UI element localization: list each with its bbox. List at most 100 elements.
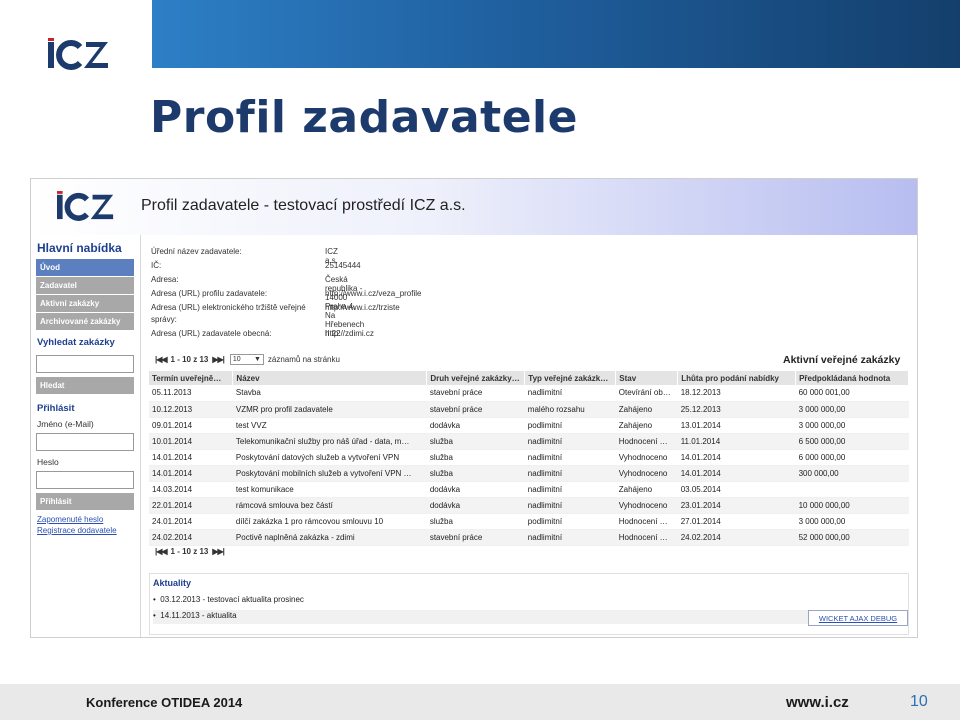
column-header[interactable]: Lhůta pro podání nabídky xyxy=(677,371,797,385)
table-cell: stavební práce xyxy=(426,401,525,418)
tenders-table: Termín uveřejně… Název Druh veřejné zaká… xyxy=(149,371,909,546)
table-cell: 24.01.2014 xyxy=(149,513,233,530)
table-row[interactable]: 14.01.2014 Poskytování datových služeb a … xyxy=(149,449,909,466)
search-button[interactable]: Hledat xyxy=(36,377,134,394)
register-supplier-link[interactable]: Registrace dodavatele xyxy=(37,526,117,535)
slide-footer: Konference OTIDEA 2014 www.i.cz 10 xyxy=(0,684,960,720)
news-item[interactable]: • 14.11.2013 - aktualita xyxy=(153,610,907,624)
news-item-text: 03.12.2013 - testovací aktualita prosine… xyxy=(160,595,304,604)
column-header[interactable]: Název xyxy=(232,371,428,385)
table-cell: služba xyxy=(426,513,525,530)
pager-range: 1 - 10 z 13 xyxy=(170,547,209,556)
info-label: správy: xyxy=(151,315,177,324)
forgot-password-link[interactable]: Zapomenuté heslo xyxy=(37,515,103,524)
menu-item-zadavatel[interactable]: Zadavatel xyxy=(36,277,134,294)
menu-item-aktivni-zakazky[interactable]: Aktivní zakázky xyxy=(36,295,134,312)
icz-logo xyxy=(48,38,108,70)
search-heading: Vyhledat zakázky xyxy=(37,337,115,348)
table-cell: 300 000,00 xyxy=(795,465,909,482)
table-cell: 3 000 000,00 xyxy=(795,513,909,530)
table-cell: 24.02.2014 xyxy=(677,529,796,546)
table-cell: 23.01.2014 xyxy=(677,497,796,514)
table-cell: Otevírání ob… xyxy=(615,385,678,402)
table-row[interactable]: 24.01.2014 dílčí zakázka 1 pro rámcovou s… xyxy=(149,513,909,530)
table-cell: Hodnocení … xyxy=(615,433,678,450)
table-cell: podlimitní xyxy=(524,417,616,434)
table-cell: Zahájeno xyxy=(615,401,678,418)
table-cell: 05.11.2013 xyxy=(149,385,233,402)
pager-first-prev-icon[interactable]: |◀◀ xyxy=(155,355,168,364)
news-item-text: 14.11.2013 - aktualita xyxy=(160,611,237,620)
table-cell: služba xyxy=(426,449,525,466)
login-button[interactable]: Přihlásit xyxy=(36,493,134,510)
info-value: http://www.i.cz/trziste xyxy=(325,303,400,312)
table-cell: stavební práce xyxy=(426,385,525,402)
password-label: Heslo xyxy=(37,457,59,467)
table-cell: nadlimitní xyxy=(524,433,616,450)
table-cell: služba xyxy=(426,465,525,482)
pager-first-prev-icon[interactable]: |◀◀ xyxy=(155,547,168,556)
search-input[interactable] xyxy=(36,355,134,373)
footer-url: www.i.cz xyxy=(786,694,849,711)
table-cell: 14.01.2014 xyxy=(149,449,233,466)
column-header[interactable]: Typ veřejné zakázk… xyxy=(524,371,617,385)
column-header[interactable]: Termín uveřejně… xyxy=(149,371,234,385)
table-cell: 24.02.2014 xyxy=(149,529,233,546)
menu-item-archivovane-zakazky[interactable]: Archivované zakázky xyxy=(36,313,134,330)
sidebar: Hlavní nabídka Úvod Zadavatel Aktivní za… xyxy=(31,235,141,637)
pager-next-last-icon[interactable]: ▶▶| xyxy=(212,355,225,364)
news-item[interactable]: • 03.12.2013 - testovací aktualita prosi… xyxy=(153,595,304,604)
table-row[interactable]: 14.03.2014 test komunikace dodávka nadlimit… xyxy=(149,481,909,498)
app-header: Profil zadavatele - testovací prostředí … xyxy=(31,179,917,235)
table-row[interactable]: 24.02.2014 Poctivě naplněná zakázka - zdi… xyxy=(149,529,909,546)
table-cell: Vyhodnoceno xyxy=(615,465,678,482)
page-size-select[interactable]: 10 ▼ xyxy=(229,354,264,365)
table-cell: 6 500 000,00 xyxy=(795,433,909,450)
table-cell: 13.01.2014 xyxy=(677,417,796,434)
password-field[interactable] xyxy=(36,471,134,489)
table-cell: nadlimitní xyxy=(524,449,616,466)
app-title: Profil zadavatele - testovací prostředí … xyxy=(141,197,466,214)
app-icz-logo xyxy=(57,191,114,221)
table-cell: služba xyxy=(426,433,525,450)
table-cell: 25.12.2013 xyxy=(677,401,796,418)
table-cell: VZMR pro profil zadavatele xyxy=(232,401,427,418)
table-cell: 6 000 000,00 xyxy=(795,449,909,466)
menu-item-uvod[interactable]: Úvod xyxy=(36,259,134,276)
table-cell: dodávka xyxy=(426,481,525,498)
table-cell: Telekomunikační služby pro náš úřad - da… xyxy=(232,433,427,450)
table-header-row: Termín uveřejně… Název Druh veřejné zaká… xyxy=(149,371,909,385)
wicket-ajax-debug-link[interactable]: WICKET AJAX DEBUG xyxy=(808,610,908,626)
table-cell: test komunikace xyxy=(232,481,427,498)
table-cell: 18.12.2013 xyxy=(677,385,796,402)
table-cell: 27.01.2014 xyxy=(677,513,796,530)
page-number: 10 xyxy=(910,693,928,710)
column-header[interactable]: Předpokládaná hodnota xyxy=(795,371,909,385)
table-row[interactable]: 10.12.2013 VZMR pro profil zadavatele stav… xyxy=(149,401,909,418)
table-cell: Vyhodnoceno xyxy=(615,449,678,466)
column-header[interactable]: Druh veřejné zakázky… xyxy=(426,371,526,385)
table-cell: test VVZ xyxy=(232,417,427,434)
pager-next-last-icon[interactable]: ▶▶| xyxy=(212,547,225,556)
column-header[interactable]: Stav xyxy=(615,371,679,385)
table-cell: 14.01.2014 xyxy=(677,465,796,482)
table-cell: 10 000 000,00 xyxy=(795,497,909,514)
table-row[interactable]: 09.01.2014 test VVZ dodávka podlimitní Zaháj… xyxy=(149,417,909,434)
table-cell: dodávka xyxy=(426,417,525,434)
slide-title: Profil zadavatele xyxy=(150,92,578,143)
table-row[interactable]: 10.01.2014 Telekomunikační služby pro náš… xyxy=(149,433,909,450)
table-row[interactable]: 22.01.2014 rámcová smlouva bez částí dodáv… xyxy=(149,497,909,514)
page-size-label: záznamů na stránku xyxy=(267,355,340,364)
table-cell: Zahájeno xyxy=(615,417,678,434)
email-field[interactable] xyxy=(36,433,134,451)
table-cell: nadlimitní xyxy=(524,529,616,546)
info-label: Adresa (URL) elektronického tržiště veře… xyxy=(151,303,306,312)
table-cell: 14.03.2014 xyxy=(149,481,233,498)
info-value: 25145444 xyxy=(325,261,361,270)
info-label: Adresa: xyxy=(151,275,179,284)
info-label: Adresa (URL) zadavatele obecná: xyxy=(151,329,272,338)
table-cell: nadlimitní xyxy=(524,465,616,482)
table-row[interactable]: 05.11.2013 Stavba stavební práce nadlimitní… xyxy=(149,385,909,402)
table-row[interactable]: 14.01.2014 Poskytování mobilních služeb a… xyxy=(149,465,909,482)
main-menu-heading: Hlavní nabídka xyxy=(37,241,122,255)
